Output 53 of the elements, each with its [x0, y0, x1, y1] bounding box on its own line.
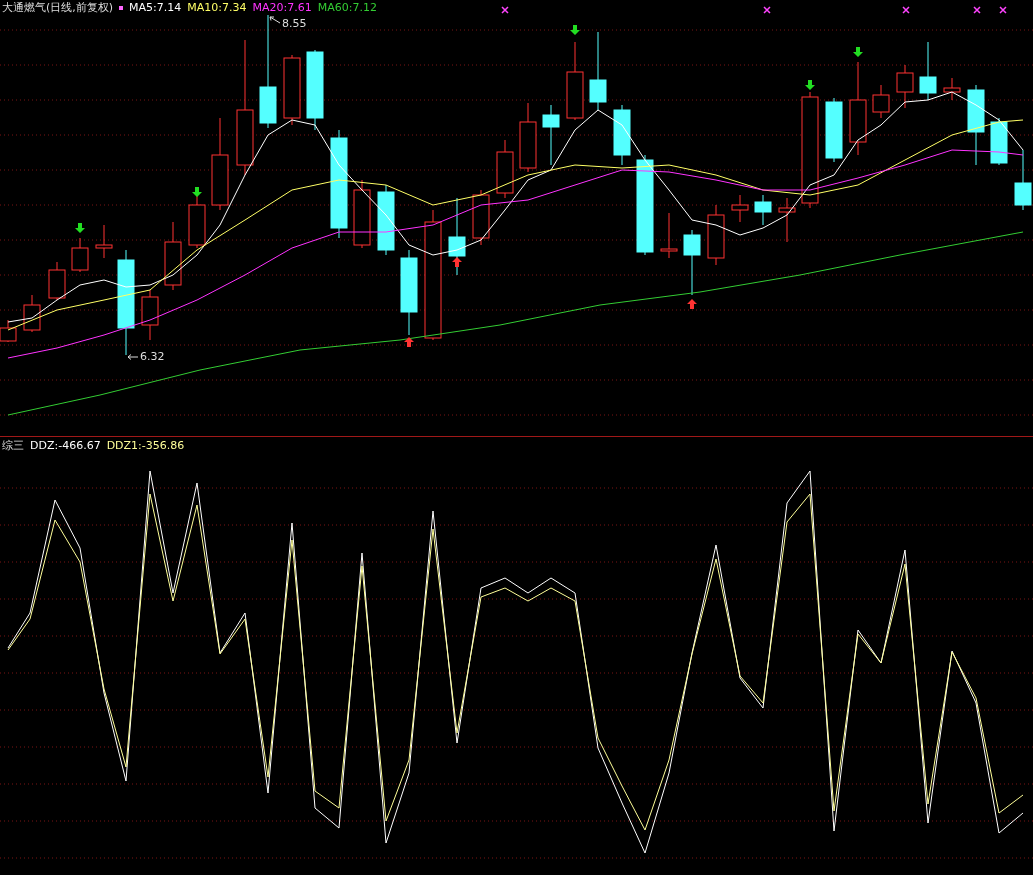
- candlestick: [377, 184, 395, 256]
- cross-mark-icon: [999, 6, 1007, 14]
- cross-mark-icon: [763, 6, 771, 14]
- candlestick: [95, 224, 113, 259]
- candlestick: [542, 104, 560, 166]
- moving-average-value: MA5:7.14: [129, 1, 182, 14]
- indicator-value: DDZ1:-356.86: [106, 438, 185, 452]
- cross-mark-icon: [902, 6, 910, 14]
- candlestick: [48, 261, 66, 301]
- indicator-name: 综三: [2, 437, 24, 453]
- candlestick: [519, 102, 537, 173]
- down-arrow-icon: [853, 47, 863, 57]
- candlestick: [660, 212, 678, 259]
- candlestick: [731, 194, 749, 223]
- up-arrow-icon: [687, 299, 697, 309]
- candlestick: [943, 77, 961, 101]
- candlestick: [919, 41, 937, 101]
- candlestick: [613, 104, 631, 166]
- chart-title: 大通燃气(日线,前复权): [2, 0, 114, 15]
- candlestick: [353, 179, 371, 249]
- low-price-label: 6.32: [140, 350, 165, 363]
- candlestick: [707, 204, 725, 266]
- down-arrow-icon: [192, 187, 202, 197]
- leader-line: [127, 354, 139, 360]
- candlestick: [872, 84, 890, 119]
- candlestick: [896, 64, 914, 109]
- up-arrow-icon: [404, 337, 414, 347]
- moving-average-value: MA20:7.61: [252, 1, 312, 14]
- moving-average-value: MA10:7.34: [187, 1, 247, 14]
- down-arrow-icon: [75, 223, 85, 233]
- candlestick: [683, 229, 701, 296]
- candlestick: [164, 221, 182, 291]
- candlestick: [283, 54, 301, 126]
- candlestick: [1014, 149, 1032, 211]
- candlestick: [188, 194, 206, 249]
- candlestick: [496, 139, 514, 199]
- down-arrow-icon: [570, 25, 580, 35]
- leader-line: [269, 16, 281, 24]
- candlestick: [472, 189, 490, 246]
- cross-mark-icon: [973, 6, 981, 14]
- candlestick: [825, 97, 843, 163]
- candlestick: [778, 197, 796, 243]
- candlestick: [71, 237, 89, 273]
- candlestick: [754, 194, 772, 226]
- cross-mark-icon: [501, 6, 509, 14]
- candlestick: [141, 289, 159, 341]
- candlestick: [23, 294, 41, 333]
- high-price-label: 8.55: [282, 17, 307, 30]
- indicator-value: DDZ:-466.67: [30, 438, 101, 452]
- candlestick: [990, 117, 1008, 166]
- up-arrow-icon: [452, 257, 462, 267]
- moving-average-value: MA60:7.12: [317, 1, 377, 14]
- down-arrow-icon: [805, 80, 815, 90]
